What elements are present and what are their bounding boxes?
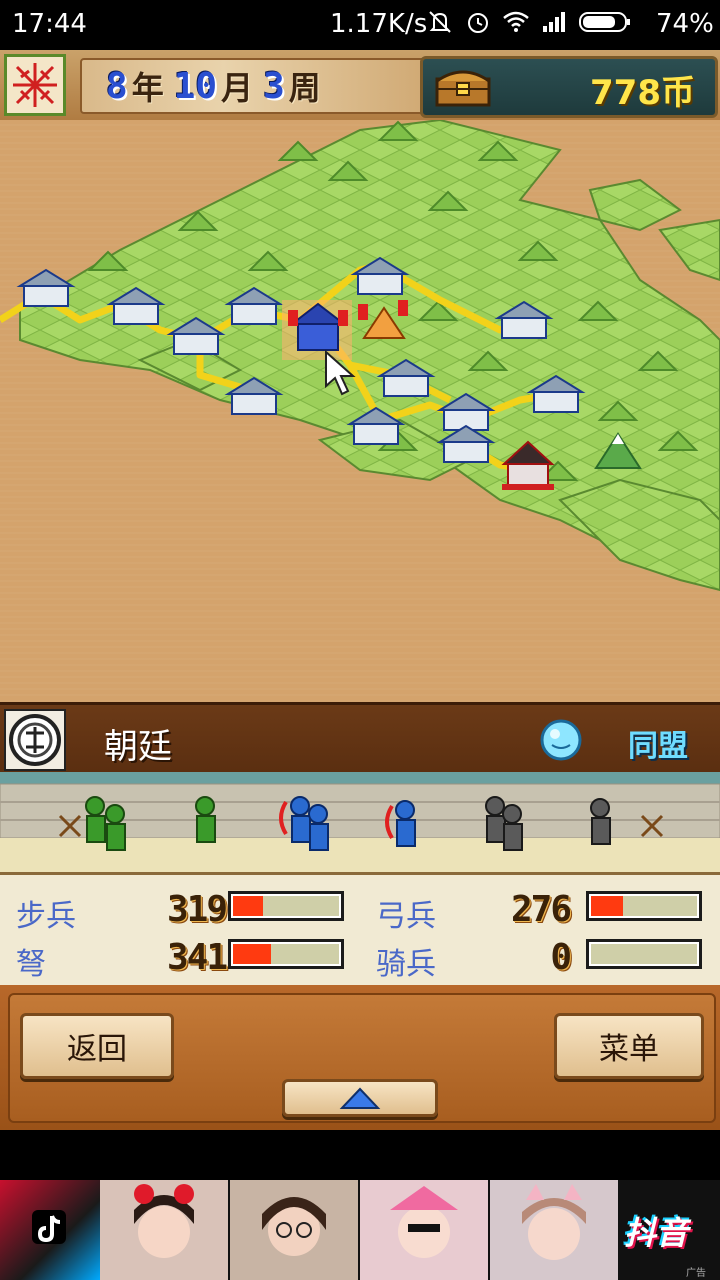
- status-battery-percent: 74%: [656, 9, 714, 39]
- stat-bar: [586, 939, 702, 969]
- stat-value: 341: [166, 937, 228, 978]
- menu-button[interactable]: 菜单: [554, 1013, 704, 1079]
- expand-up-button[interactable]: [282, 1079, 438, 1117]
- tiktok-logo-icon: [0, 1180, 100, 1280]
- stat-bar: [228, 939, 344, 969]
- ad-photo: [490, 1180, 618, 1280]
- stat-crossbow: 弩 341: [16, 937, 356, 982]
- grassland: [19, 120, 720, 592]
- triangle-up-icon: [339, 1087, 381, 1109]
- bottom-controls: 返回 菜单: [0, 985, 720, 1130]
- date-week-unit: 周: [288, 69, 321, 107]
- date-month: 10: [173, 65, 218, 107]
- date-display: 8 年 10 月 3 周: [80, 58, 438, 114]
- stat-cavalry: 骑兵 0: [376, 937, 716, 982]
- ad-photo: [100, 1180, 228, 1280]
- stat-archers: 弓兵 276: [376, 889, 716, 934]
- money-display: 778币: [420, 56, 718, 118]
- stat-bar: [228, 891, 344, 921]
- faction-crest-icon: [4, 709, 66, 771]
- stat-bar: [586, 891, 702, 921]
- stat-label: 弓兵: [376, 899, 436, 934]
- battery-icon: [579, 12, 630, 32]
- stat-label: 弩: [16, 947, 46, 982]
- ad-brand-label: 抖音: [624, 1214, 689, 1252]
- stat-bar-fill: [233, 896, 263, 916]
- stat-value: 0: [550, 937, 572, 978]
- ad-note-label: 广告: [686, 1268, 706, 1279]
- date-month-unit: 月: [221, 69, 254, 107]
- stat-bar-fill: [591, 896, 623, 916]
- stat-label: 步兵: [16, 899, 76, 934]
- faction-info-bar: 朝廷 同盟: [0, 702, 720, 778]
- ad-photo: [230, 1180, 358, 1280]
- status-net-speed: 1.17K/s: [330, 9, 428, 39]
- stat-value: 276: [510, 889, 572, 930]
- army-formation-strip: [0, 772, 720, 872]
- date-year: 8: [106, 65, 128, 107]
- alarm-icon: [468, 13, 488, 33]
- date-week: 3: [263, 65, 285, 107]
- status-time: 17:44: [12, 9, 87, 39]
- ad-photo: [360, 1180, 488, 1280]
- stat-value: 319: [166, 889, 228, 930]
- signal-icon: [543, 12, 565, 32]
- player-castle-icon[interactable]: [282, 300, 352, 360]
- stat-label: 骑兵: [376, 947, 436, 982]
- troop-stats-panel: 步兵 319 弓兵 276 弩 341 骑兵 0: [0, 872, 720, 988]
- relation-status: 同盟: [628, 729, 688, 764]
- status-bar: 17:44 1.17K/s 74%: [0, 0, 720, 50]
- clan-emblem-icon[interactable]: [4, 54, 66, 116]
- wifi-icon: [503, 11, 529, 32]
- game-top-bar: 8 年 10 月 3 周 778币: [0, 50, 720, 124]
- map-terrain[interactable]: [0, 120, 720, 702]
- world-map[interactable]: [0, 120, 720, 702]
- date-year-unit: 年: [131, 69, 164, 107]
- faction-name: 朝廷: [104, 727, 172, 767]
- treasure-chest-icon: [435, 70, 491, 107]
- castle-icon[interactable]: [16, 268, 76, 307]
- alliance-orb-icon: [540, 719, 582, 761]
- mute-icon: [429, 11, 451, 33]
- money-amount: 778币: [590, 73, 695, 113]
- stat-infantry: 步兵 319: [16, 889, 356, 934]
- stat-bar-fill: [233, 944, 271, 964]
- ad-banner[interactable]: 抖音 广告: [0, 1180, 720, 1280]
- back-button[interactable]: 返回: [20, 1013, 174, 1079]
